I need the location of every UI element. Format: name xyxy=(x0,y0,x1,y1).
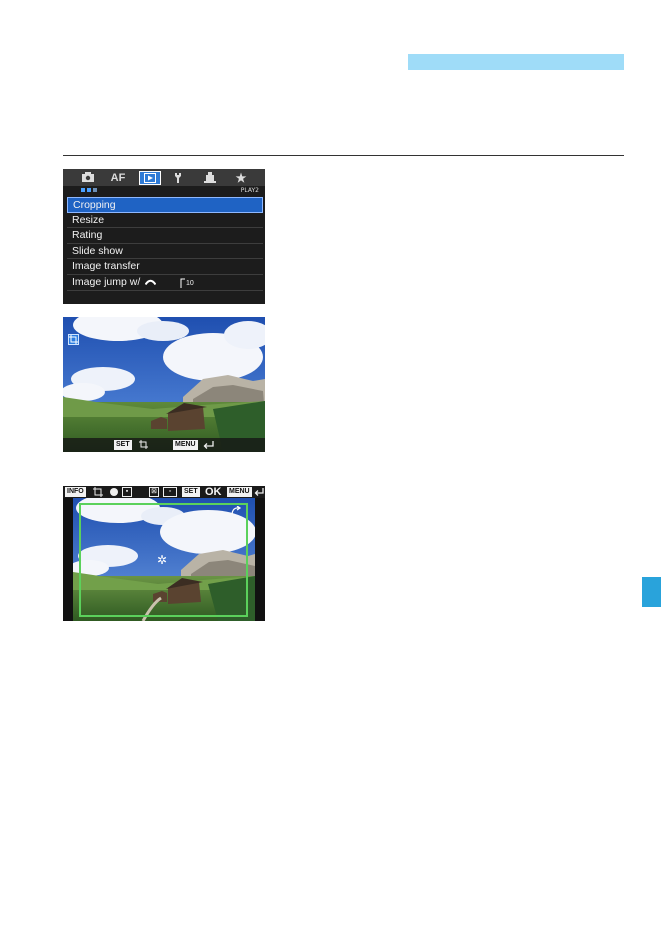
ok-label: OK xyxy=(205,486,222,498)
section-header-bar xyxy=(408,54,624,70)
crop-guide-bar: INFO ▪ ⊠ ▫ SET OK MENU xyxy=(63,486,265,498)
set-button-key: SET xyxy=(114,440,132,450)
page-dot xyxy=(81,188,85,192)
menu-item-image-jump[interactable]: Image jump w/ 10 xyxy=(67,275,263,291)
menu-item-label: Slide show xyxy=(72,244,123,257)
crop-center-cursor-icon: ✲ xyxy=(157,553,168,567)
tab-custom[interactable] xyxy=(199,171,221,185)
camera-icon xyxy=(82,172,94,182)
jump-setting-value: 10 xyxy=(180,275,194,292)
playback-screen: SET MENU xyxy=(63,317,265,452)
divider xyxy=(63,155,624,156)
menu-list: Cropping Resize Rating Slide show Image … xyxy=(67,197,263,291)
return-icon xyxy=(254,487,264,498)
chapter-tab xyxy=(642,577,661,607)
camera-menu-screen: AF ★ PLAY2 Cropping Resize Rating Slide … xyxy=(63,169,265,304)
tilt-correction-icon xyxy=(231,505,242,518)
landscape-photo xyxy=(63,317,265,452)
jump-value-text: 10 xyxy=(186,279,194,287)
menu-item-image-transfer[interactable]: Image transfer xyxy=(67,259,263,275)
crop-mark-icon xyxy=(68,334,79,345)
playback-icon xyxy=(144,173,156,183)
page-dot xyxy=(87,188,91,192)
menu-item-label: Resize xyxy=(72,213,105,226)
wrench-icon xyxy=(175,173,181,183)
return-icon xyxy=(203,440,214,451)
menu-button-key: MENU xyxy=(173,440,198,450)
tab-playback[interactable] xyxy=(139,171,161,185)
frame-move-icon: ▫ xyxy=(163,487,177,497)
menu-item-label: Image jump w/ xyxy=(72,275,141,288)
menu-item-resize[interactable]: Resize xyxy=(67,213,263,229)
page-dot xyxy=(93,188,97,192)
custom-functions-icon xyxy=(204,172,216,183)
aspect-ratio-icon xyxy=(93,487,103,499)
menu-item-cropping[interactable]: Cropping xyxy=(67,197,263,213)
menu-item-rating[interactable]: Rating xyxy=(67,228,263,244)
magnify-icon: ⊠ xyxy=(149,487,159,497)
set-button-key: SET xyxy=(182,487,200,497)
tab-setup[interactable] xyxy=(169,171,187,185)
info-button-key: INFO xyxy=(65,487,86,497)
menu-tab-bar: AF ★ xyxy=(63,169,265,186)
tab-my-menu[interactable]: ★ xyxy=(231,171,251,185)
dial-icon xyxy=(109,487,119,499)
page-indicator xyxy=(81,188,97,192)
menu-item-label: Rating xyxy=(72,229,103,242)
menu-item-label: Cropping xyxy=(73,199,116,211)
menu-item-slide-show[interactable]: Slide show xyxy=(67,244,263,260)
menu-item-label: Image transfer xyxy=(72,260,140,273)
crop-icon xyxy=(139,440,148,451)
crop-edit-screen: INFO ▪ ⊠ ▫ SET OK MENU ✲ xyxy=(63,486,265,621)
tab-camera[interactable] xyxy=(77,171,99,185)
menu-page-label: PLAY2 xyxy=(240,187,259,194)
tab-af[interactable]: AF xyxy=(107,171,129,185)
main-dial-icon xyxy=(145,279,157,286)
playback-guide-bar: SET MENU xyxy=(63,438,265,452)
menu-button-key: MENU xyxy=(227,487,252,497)
resize-frame-icon: ▪ xyxy=(122,487,132,497)
